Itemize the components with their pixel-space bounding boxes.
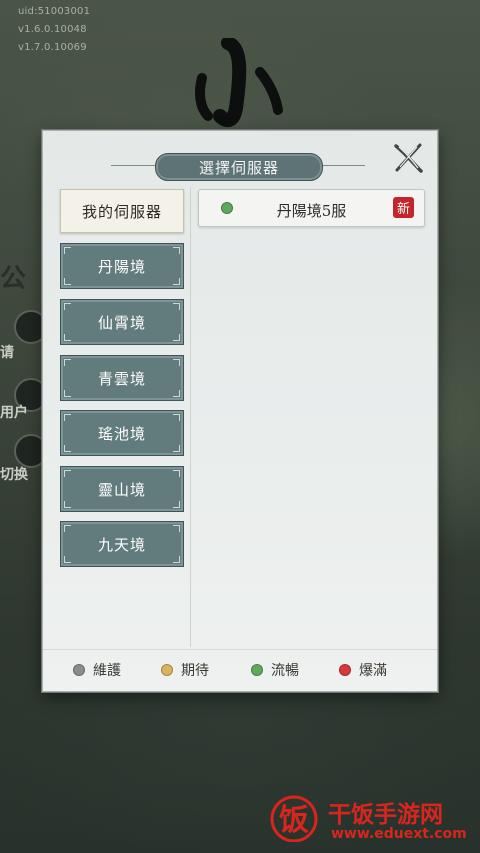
- column-divider: [190, 187, 191, 647]
- close-button[interactable]: [391, 141, 425, 175]
- legend-label: 爆滿: [359, 663, 387, 679]
- tab-label: 九天境: [97, 535, 146, 554]
- legend-item: 流暢: [251, 660, 299, 680]
- status-dot-icon: [251, 664, 263, 676]
- uid-label: uid:51003001: [18, 6, 91, 17]
- status-dot-icon: [73, 664, 85, 676]
- title-ornament-right: [321, 165, 365, 166]
- tab-label: 瑤池境: [97, 424, 146, 443]
- legend-item: 期待: [161, 660, 209, 680]
- tab-my-servers[interactable]: 我的伺服器: [60, 189, 184, 233]
- game-logo-calligraphy: [195, 38, 283, 128]
- legend-label: 期待: [181, 663, 209, 679]
- tab-region[interactable]: 丹陽境: [60, 243, 184, 289]
- tab-region[interactable]: 仙霄境: [60, 299, 184, 345]
- tab-region[interactable]: 瑤池境: [60, 410, 184, 456]
- tab-label: 青雲境: [97, 369, 146, 388]
- tab-label: 丹陽境: [97, 257, 146, 276]
- close-x-icon: [394, 143, 423, 173]
- tab-region[interactable]: 青雲境: [60, 355, 184, 401]
- server-select-dialog: 選擇伺服器 我的伺服器 丹陽境 仙霄境 青雲境 瑤池境 靈山境 九天境 丹陽境5…: [42, 130, 438, 692]
- legend-label: 維護: [93, 663, 121, 679]
- server-name: 丹陽境5服: [276, 202, 347, 220]
- version-label: v1.7.0.10069: [18, 42, 87, 53]
- watermark-url: www.eduext.com: [331, 826, 467, 842]
- title-ornament-left: [111, 165, 155, 166]
- side-label: 请: [0, 345, 14, 361]
- tab-label: 靈山境: [97, 480, 146, 499]
- side-label: 公: [0, 264, 27, 294]
- new-badge: 新: [393, 197, 414, 218]
- tab-label: 仙霄境: [97, 313, 146, 332]
- side-label: 切换: [0, 467, 28, 483]
- status-dot-icon: [339, 664, 351, 676]
- watermark-title: 干饭手游网: [328, 802, 443, 828]
- status-legend: 維護 期待 流暢 爆滿: [43, 649, 437, 680]
- version-label: v1.6.0.10048: [18, 24, 87, 35]
- status-dot-icon: [161, 664, 173, 676]
- legend-item: 維護: [73, 660, 121, 680]
- side-label: 用户: [0, 405, 28, 421]
- watermark-logo-icon: 饭: [270, 795, 318, 842]
- tab-region[interactable]: 九天境: [60, 521, 184, 567]
- watermark-logo-char: 饭: [279, 803, 309, 838]
- tab-region[interactable]: 靈山境: [60, 466, 184, 512]
- legend-item: 爆滿: [339, 660, 387, 680]
- dialog-title: 選擇伺服器: [155, 153, 323, 181]
- server-row[interactable]: 丹陽境5服 新: [198, 189, 425, 227]
- legend-label: 流暢: [271, 663, 299, 679]
